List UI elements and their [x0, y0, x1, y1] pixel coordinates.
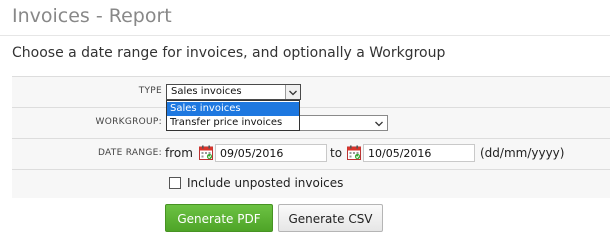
page-subtitle: Choose a date range for invoices, and op… [12, 45, 446, 61]
type-dropdown-list: Sales invoices Transfer price invoices [166, 100, 300, 131]
type-option-transfer-price-invoices[interactable]: Transfer price invoices [167, 116, 299, 130]
type-label: TYPE [138, 86, 162, 96]
type-select-value: Sales invoices [171, 86, 242, 97]
date-range-row: DATE RANGE: from to [12, 138, 610, 169]
calendar-icon[interactable] [347, 145, 361, 160]
date-to-input[interactable] [363, 144, 475, 162]
workgroup-row: WORKGROUP: [12, 107, 610, 138]
chevron-down-icon[interactable] [372, 116, 387, 130]
calendar-icon[interactable] [199, 145, 213, 160]
workgroup-label: WORKGROUP: [95, 117, 162, 127]
date-from-input[interactable] [215, 144, 327, 162]
include-unposted-checkbox[interactable] [169, 177, 181, 189]
generate-csv-button[interactable]: Generate CSV [278, 204, 383, 232]
date-format-hint: (dd/mm/yyyy) [480, 146, 565, 160]
date-range-label: DATE RANGE: [97, 148, 162, 158]
type-select[interactable]: Sales invoices [166, 84, 301, 100]
date-from-word: from [165, 146, 193, 160]
chevron-down-icon[interactable] [285, 85, 300, 99]
include-unposted-label[interactable]: Include unposted invoices [187, 176, 343, 190]
type-row: TYPE Sales invoices [12, 77, 610, 107]
generate-pdf-button[interactable]: Generate PDF [165, 204, 273, 232]
unposted-row: Include unposted invoices [12, 169, 610, 198]
date-to-word: to [330, 146, 343, 160]
page-title: Invoices - Report [12, 5, 172, 27]
report-form: TYPE Sales invoices WORKGROUP: DATE RANG… [12, 76, 610, 198]
type-option-sales-invoices[interactable]: Sales invoices [167, 102, 299, 116]
title-divider [0, 35, 610, 36]
